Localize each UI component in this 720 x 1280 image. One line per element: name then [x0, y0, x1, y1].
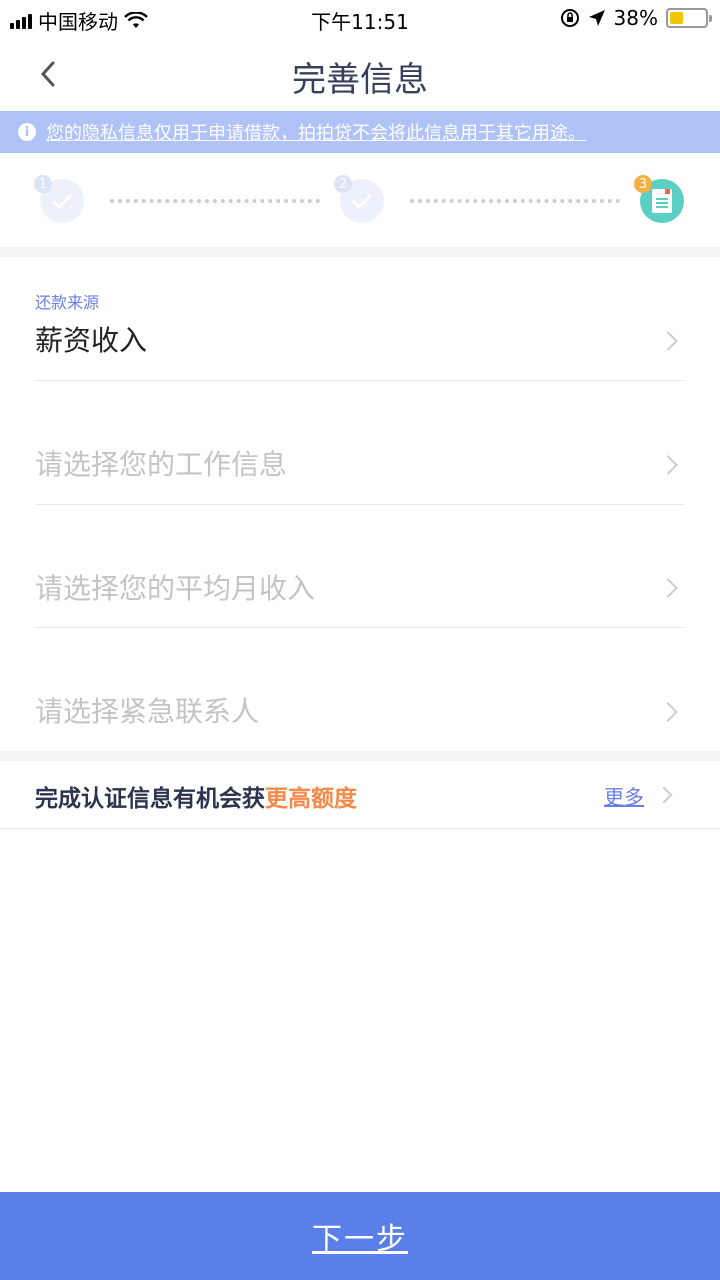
location-arrow-icon — [588, 10, 605, 26]
step-3-number: 3 — [634, 175, 652, 193]
repayment-source-label: 还款来源 — [35, 293, 100, 312]
monthly-income-placeholder: 请选择您的平均月收入 — [35, 572, 316, 605]
repayment-source-row[interactable]: 还款来源 薪资收入 — [0, 257, 720, 381]
step-2-number: 2 — [334, 175, 352, 193]
promo-highlight-text: 更高额度 — [265, 786, 357, 812]
monthly-income-row[interactable]: 请选择您的平均月收入 — [0, 505, 720, 628]
check-icon — [351, 193, 373, 209]
progress-stepper: 1 2 3 — [0, 153, 720, 248]
repayment-source-value: 薪资收入 — [35, 324, 148, 357]
chevron-right-icon — [655, 786, 673, 804]
credit-boost-promo[interactable]: 完成认证信息有机会获更高额度 更多 — [0, 761, 720, 829]
battery-percent: 38% — [613, 6, 658, 30]
next-step-button[interactable]: 下一步 — [0, 1192, 720, 1280]
emergency-contact-placeholder: 请选择紧急联系人 — [35, 695, 260, 728]
nav-bar: 完善信息 — [0, 40, 720, 110]
document-icon — [652, 189, 672, 213]
status-bar: 中国移动 下午11:51 38% — [0, 0, 720, 40]
status-right: 38% — [560, 6, 712, 30]
step-connector-2 — [410, 199, 620, 203]
more-link[interactable]: 更多 — [604, 781, 644, 810]
chevron-right-icon — [658, 702, 678, 722]
chevron-right-icon — [658, 455, 678, 475]
step-3: 3 — [634, 175, 684, 223]
promo-main-text: 完成认证信息有机会获 — [35, 786, 265, 812]
job-info-placeholder: 请选择您的工作信息 — [35, 448, 288, 481]
job-info-row[interactable]: 请选择您的工作信息 — [0, 381, 720, 505]
section-divider — [0, 247, 720, 257]
next-step-label: 下一步 — [312, 1222, 408, 1257]
info-icon: i — [18, 123, 36, 141]
chevron-right-icon — [658, 331, 678, 351]
step-2: 2 — [334, 175, 384, 223]
privacy-notice-text[interactable]: 您的隐私信息仅用于申请借款，拍拍贷不会将此信息用于其它用途。 — [46, 119, 586, 145]
step-1-number: 1 — [34, 175, 52, 193]
chevron-right-icon — [658, 578, 678, 598]
step-connector-1 — [110, 199, 320, 203]
orientation-lock-icon — [560, 9, 579, 27]
promo-text: 完成认证信息有机会获更高额度 — [35, 779, 357, 813]
check-icon — [51, 193, 73, 209]
step-1: 1 — [34, 175, 84, 223]
section-divider — [0, 751, 720, 761]
page-title: 完善信息 — [292, 60, 428, 100]
battery-icon — [666, 8, 712, 28]
privacy-banner: i 您的隐私信息仅用于申请借款，拍拍贷不会将此信息用于其它用途。 — [0, 111, 720, 153]
emergency-contact-row[interactable]: 请选择紧急联系人 — [0, 628, 720, 751]
